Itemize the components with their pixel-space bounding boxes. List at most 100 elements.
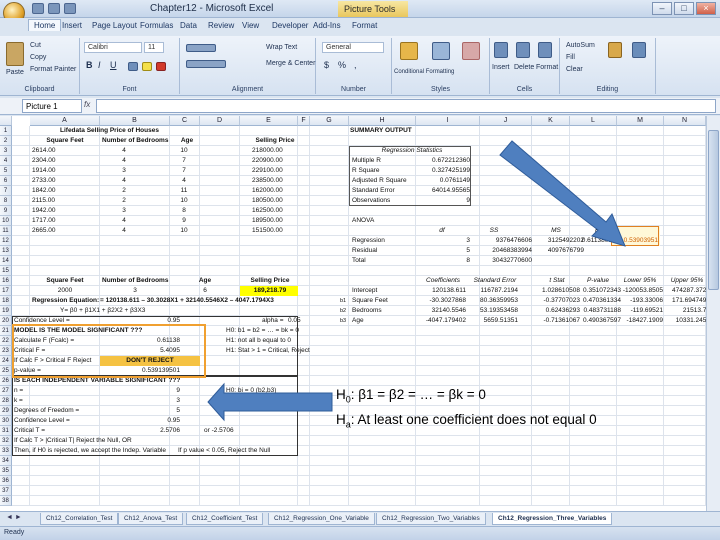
coefficient-symbol[interactable] <box>340 286 350 296</box>
data-cell[interactable]: 151500.00 <box>252 226 292 236</box>
fill-button[interactable]: Fill <box>566 54 575 61</box>
row-header[interactable]: 27 <box>0 386 12 396</box>
data-cell[interactable]: 7 <box>172 166 196 176</box>
row-header[interactable]: 17 <box>0 286 12 296</box>
sheet-title[interactable]: Lifedata Selling Price of Houses <box>60 126 190 136</box>
copy-button[interactable]: Copy <box>30 54 46 61</box>
tab-page-layout[interactable]: Page Layout <box>92 21 137 30</box>
select-all-corner[interactable] <box>0 116 12 126</box>
sheet-tab-three-variables[interactable]: Ch12_Regression_Three_Variables <box>492 513 613 525</box>
row-header[interactable]: 5 <box>0 166 12 176</box>
insert-button[interactable]: Insert <box>492 64 510 71</box>
redo-icon[interactable] <box>64 3 76 14</box>
row-header[interactable]: 35 <box>0 466 12 476</box>
anova-row-label[interactable]: Residual <box>352 246 402 256</box>
worksheet-grid[interactable]: A B C D E F G H I J K L M N 1 2 3 4 5 6 7 8 9 10 11 12 13 14 15 16 17 1… <box>0 116 706 511</box>
coefficient-value[interactable]: 0.490367597 <box>575 316 621 326</box>
anova-ss[interactable]: 30432770600 <box>472 256 532 266</box>
coefficient-value[interactable]: -4047.179402 <box>420 316 466 326</box>
conditional-formatting-button[interactable]: Conditional Formatting <box>394 69 454 75</box>
coefficient-symbol[interactable]: b3 <box>340 316 350 326</box>
italic-button[interactable]: I <box>98 60 101 70</box>
data-cell[interactable]: 10 <box>172 196 196 206</box>
bold-button[interactable]: B <box>86 60 93 70</box>
data-cell[interactable]: 4 <box>102 156 146 166</box>
data-cell[interactable]: 3 <box>102 166 146 176</box>
find-select-icon[interactable] <box>632 42 646 58</box>
row-header[interactable]: 18 <box>0 296 12 306</box>
row-header[interactable]: 34 <box>0 456 12 466</box>
format-painter-button[interactable]: Format Painter <box>30 66 76 73</box>
coefficient-value[interactable]: -120053.8505 <box>617 286 663 296</box>
insert-cells-icon[interactable] <box>494 42 508 58</box>
column-header[interactable]: B <box>100 116 170 126</box>
wrap-text-button[interactable]: Wrap Text <box>266 44 297 51</box>
tab-formulas[interactable]: Formulas <box>140 21 173 30</box>
row-header[interactable]: 33 <box>0 446 12 456</box>
coefficient-value[interactable]: 80.36359953 <box>472 296 518 306</box>
column-header[interactable]: H <box>349 116 416 126</box>
anova-header[interactable]: MS <box>534 226 578 236</box>
data-cell[interactable]: 4 <box>102 226 146 236</box>
data-cell[interactable]: 2614.00 <box>32 146 72 156</box>
row-header[interactable]: 26 <box>0 376 12 386</box>
coefficient-header[interactable]: t Stat <box>534 276 580 286</box>
coefficient-value[interactable]: -30.3027868 <box>420 296 466 306</box>
coefficient-value[interactable]: 0.62436293 <box>534 306 580 316</box>
data-cell[interactable]: 4 <box>102 176 146 186</box>
row-header[interactable]: 28 <box>0 396 12 406</box>
font-color-icon[interactable] <box>156 62 166 71</box>
paste-icon[interactable] <box>6 42 24 66</box>
anova-df[interactable]: 5 <box>440 246 470 256</box>
row-header[interactable]: 13 <box>0 246 12 256</box>
cut-button[interactable]: Cut <box>30 42 41 49</box>
row-header[interactable]: 16 <box>0 276 12 286</box>
column-header[interactable]: F <box>298 116 310 126</box>
autosum-button[interactable]: AutoSum <box>566 42 595 49</box>
row-header[interactable]: 15 <box>0 266 12 276</box>
tab-review[interactable]: Review <box>208 21 234 30</box>
comma-button[interactable]: , <box>354 60 357 70</box>
coefficient-row-label[interactable]: Intercept <box>352 286 412 296</box>
data-cell[interactable]: 2 <box>102 186 146 196</box>
predicted-selling-price[interactable]: 189,218.79 <box>242 286 298 296</box>
anova-title[interactable]: ANOVA <box>352 216 392 226</box>
align-icons[interactable] <box>186 44 216 52</box>
column-label[interactable]: Age <box>172 136 202 146</box>
data-cell[interactable]: 4 <box>172 176 196 186</box>
anova-ms[interactable] <box>534 256 584 266</box>
column-label[interactable]: Square Feet <box>32 136 98 146</box>
clear-button[interactable]: Clear <box>566 66 583 73</box>
row-header[interactable]: 2 <box>0 136 12 146</box>
row-header[interactable]: 3 <box>0 146 12 156</box>
data-cell[interactable]: 238500.00 <box>252 176 292 186</box>
data-cell[interactable]: 10 <box>172 226 196 236</box>
data-cell[interactable]: 162500.00 <box>252 206 292 216</box>
formula-input[interactable] <box>96 99 716 113</box>
column-header[interactable]: C <box>170 116 200 126</box>
row-header[interactable]: 22 <box>0 336 12 346</box>
fx-icon[interactable]: fx <box>84 100 90 109</box>
prediction-label[interactable]: Selling Price <box>242 276 298 286</box>
coefficient-value[interactable]: 474287.3726 <box>664 286 706 296</box>
anova-row-label[interactable]: Total <box>352 256 402 266</box>
row-header[interactable]: 23 <box>0 346 12 356</box>
coefficient-value[interactable]: -119.69521 <box>617 306 663 316</box>
maximize-button[interactable]: □ <box>674 2 694 15</box>
data-cell[interactable]: 1942.00 <box>32 206 72 216</box>
column-header[interactable]: D <box>200 116 240 126</box>
font-name-box[interactable]: Calibri <box>84 42 142 53</box>
undo-icon[interactable] <box>48 3 60 14</box>
format-table-icon[interactable] <box>432 42 450 60</box>
column-header[interactable]: G <box>310 116 349 126</box>
data-cell[interactable]: 162000.00 <box>252 186 292 196</box>
anova-significance-f[interactable] <box>614 256 658 266</box>
align-bottom-icons[interactable] <box>186 60 226 68</box>
sheet-tab-coefficient[interactable]: Ch12_Coefficient_Test <box>186 513 264 525</box>
row-header[interactable]: 4 <box>0 156 12 166</box>
row-header[interactable]: 32 <box>0 436 12 446</box>
scroll-thumb[interactable] <box>708 130 719 290</box>
minimize-button[interactable]: – <box>652 2 672 15</box>
data-cell[interactable]: 1717.00 <box>32 216 72 226</box>
coefficient-value[interactable]: 21513.77 <box>664 306 706 316</box>
